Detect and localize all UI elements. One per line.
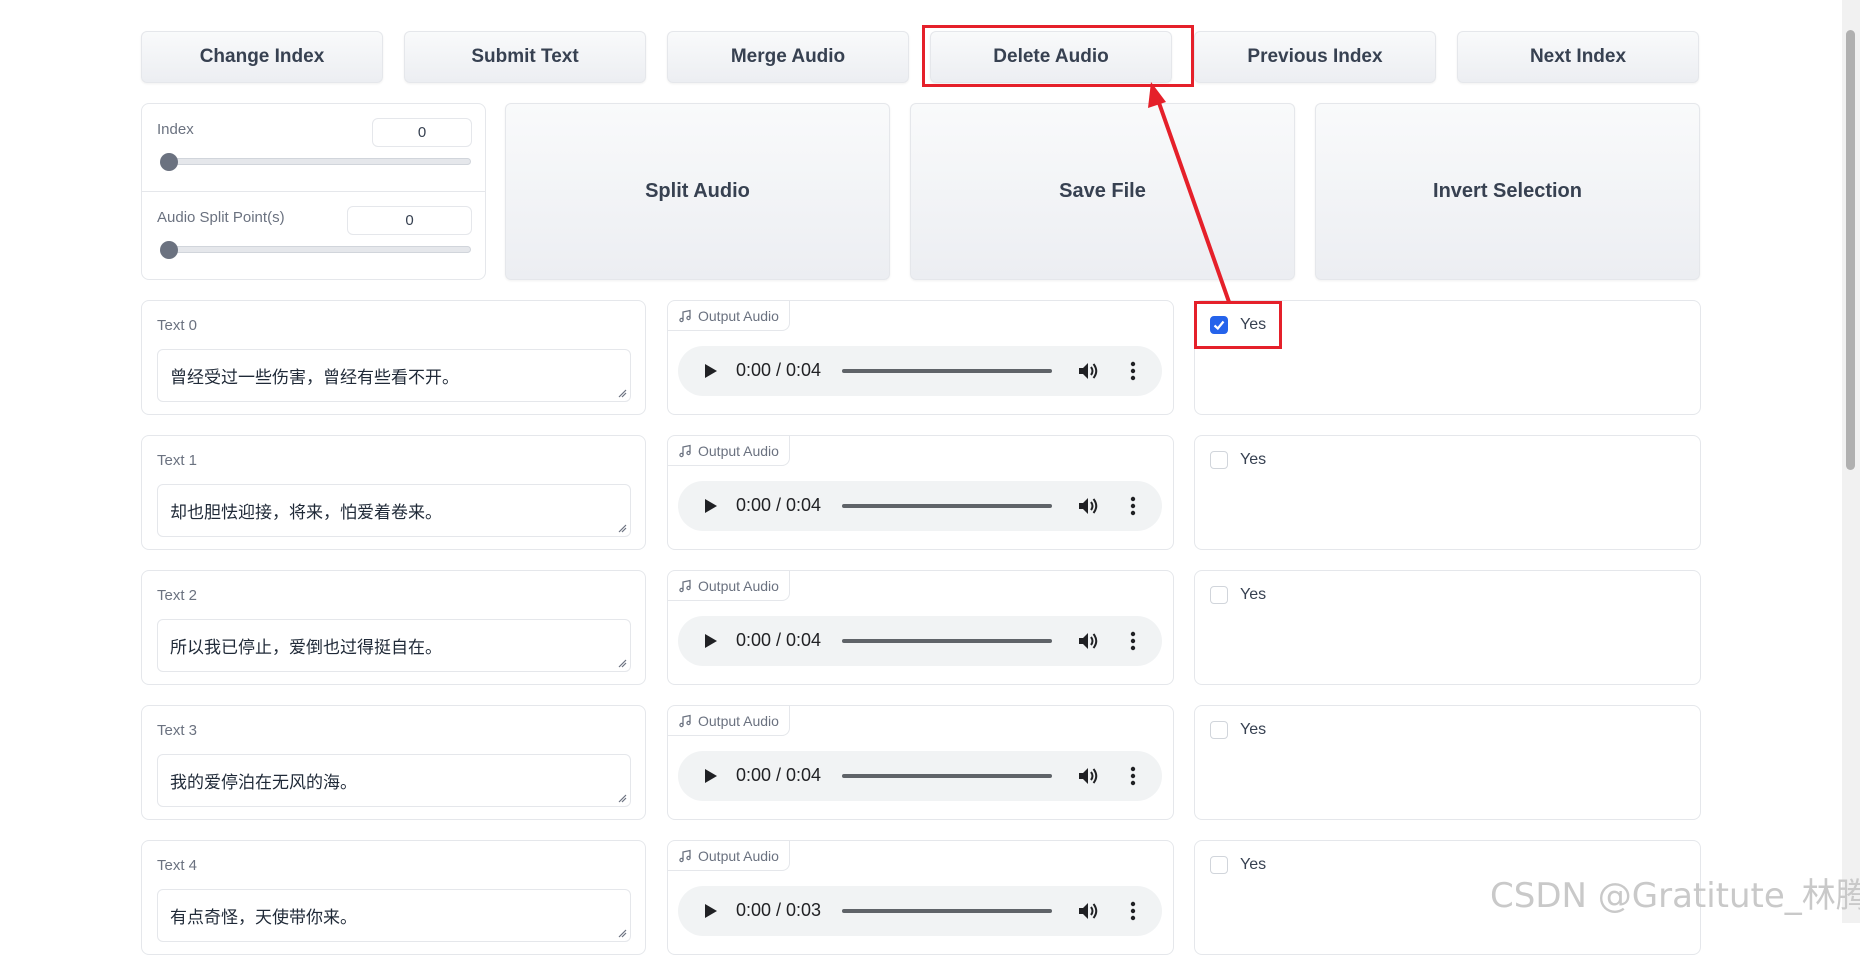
scrollbar-thumb[interactable] xyxy=(1846,30,1855,470)
annotation-arrow xyxy=(1148,82,1231,303)
watermark: CSDN @Gratitute_林腾 xyxy=(1490,876,1860,916)
resize-handle-icon[interactable] xyxy=(617,928,627,938)
arrow-line xyxy=(1156,99,1231,303)
app-page: Change Index Submit Text Merge Audio Del… xyxy=(0,0,1860,955)
page-scrollbar[interactable] xyxy=(1842,0,1860,923)
arrow-head xyxy=(1148,82,1166,108)
